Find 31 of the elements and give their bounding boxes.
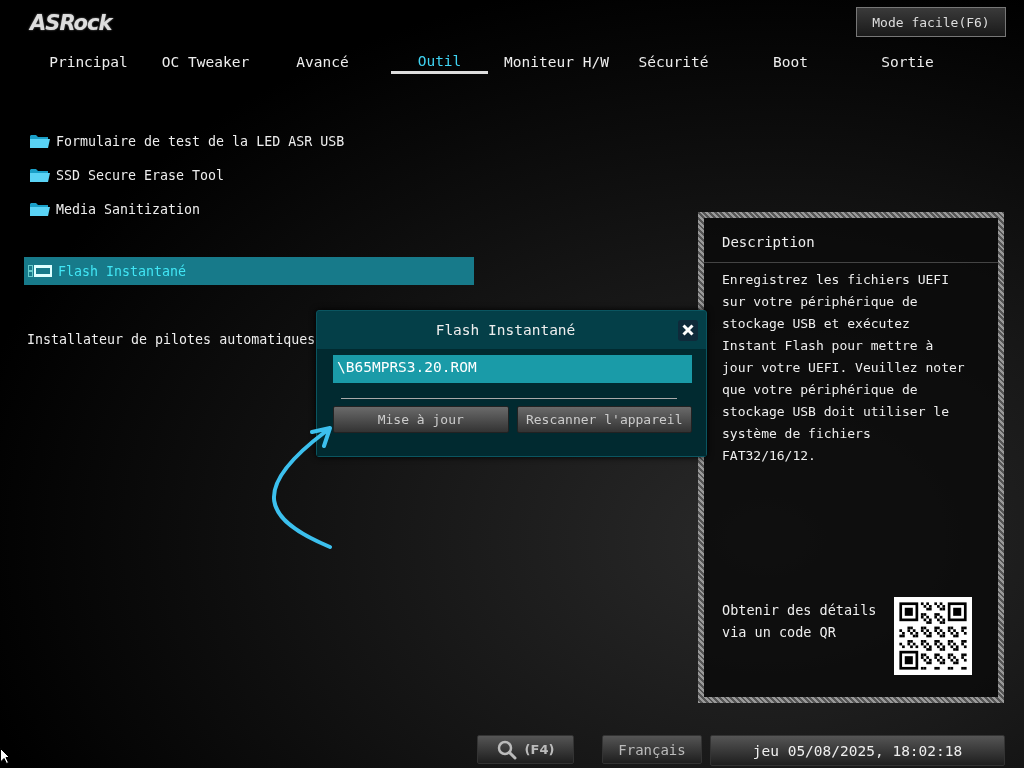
menu-tab[interactable]: OC Tweaker [147, 44, 264, 74]
search-icon [496, 739, 517, 760]
date-time-display: jeu 05/08/2025, 18:02:18 [710, 735, 1005, 766]
folder-icon [30, 134, 50, 148]
description-text: Enregistrez les fichiers UEFI sur votre périphérique de stockage USB et exécutez Instant Flash pour mettre à jour votre UEFI. Veuillez noter que votre périphérique de stockage USB doit utiliser le système de fichiers FAT32/16/12. [722, 271, 966, 465]
dialog-title: Flash Instantané [434, 322, 577, 338]
dialog-button[interactable]: Mise à jour [333, 406, 509, 433]
folder-icon [30, 202, 50, 216]
menu-tab[interactable]: Avancé [264, 44, 381, 74]
menu-tab[interactable]: Sortie [849, 44, 966, 74]
close-icon [682, 324, 694, 336]
chip-icon [28, 265, 52, 277]
menu-tab[interactable]: Sécurité [615, 44, 732, 74]
menu-item[interactable]: SSD Secure Erase Tool [24, 161, 474, 189]
asrock-logo: ASRock [30, 11, 112, 35]
mouse-cursor-icon [0, 748, 10, 764]
language-button[interactable]: Français [602, 735, 702, 764]
dialog-button[interactable]: Rescanner l'appareil [516, 406, 692, 433]
easy-mode-button[interactable]: Mode facile(F6) [856, 7, 1006, 37]
search-button[interactable]: (F4) [477, 735, 574, 764]
menu-tab[interactable]: Outil [391, 44, 488, 74]
close-button[interactable] [678, 319, 698, 341]
menu-tab[interactable]: Moniteur H/W [498, 44, 615, 74]
folder-icon [30, 168, 50, 182]
qr-caption: Obtenir des détails via un code QR [722, 601, 878, 642]
menu-item[interactable]: Installateur de pilotes automatiques [24, 325, 316, 353]
menu-item[interactable]: Formulaire de test de la LED ASR USB [24, 127, 474, 155]
description-title: Description [722, 233, 816, 252]
menu-item[interactable]: Media Sanitization [24, 195, 474, 223]
menu-tab[interactable]: Principal [30, 44, 147, 74]
menu-tab[interactable]: Boot [732, 44, 849, 74]
